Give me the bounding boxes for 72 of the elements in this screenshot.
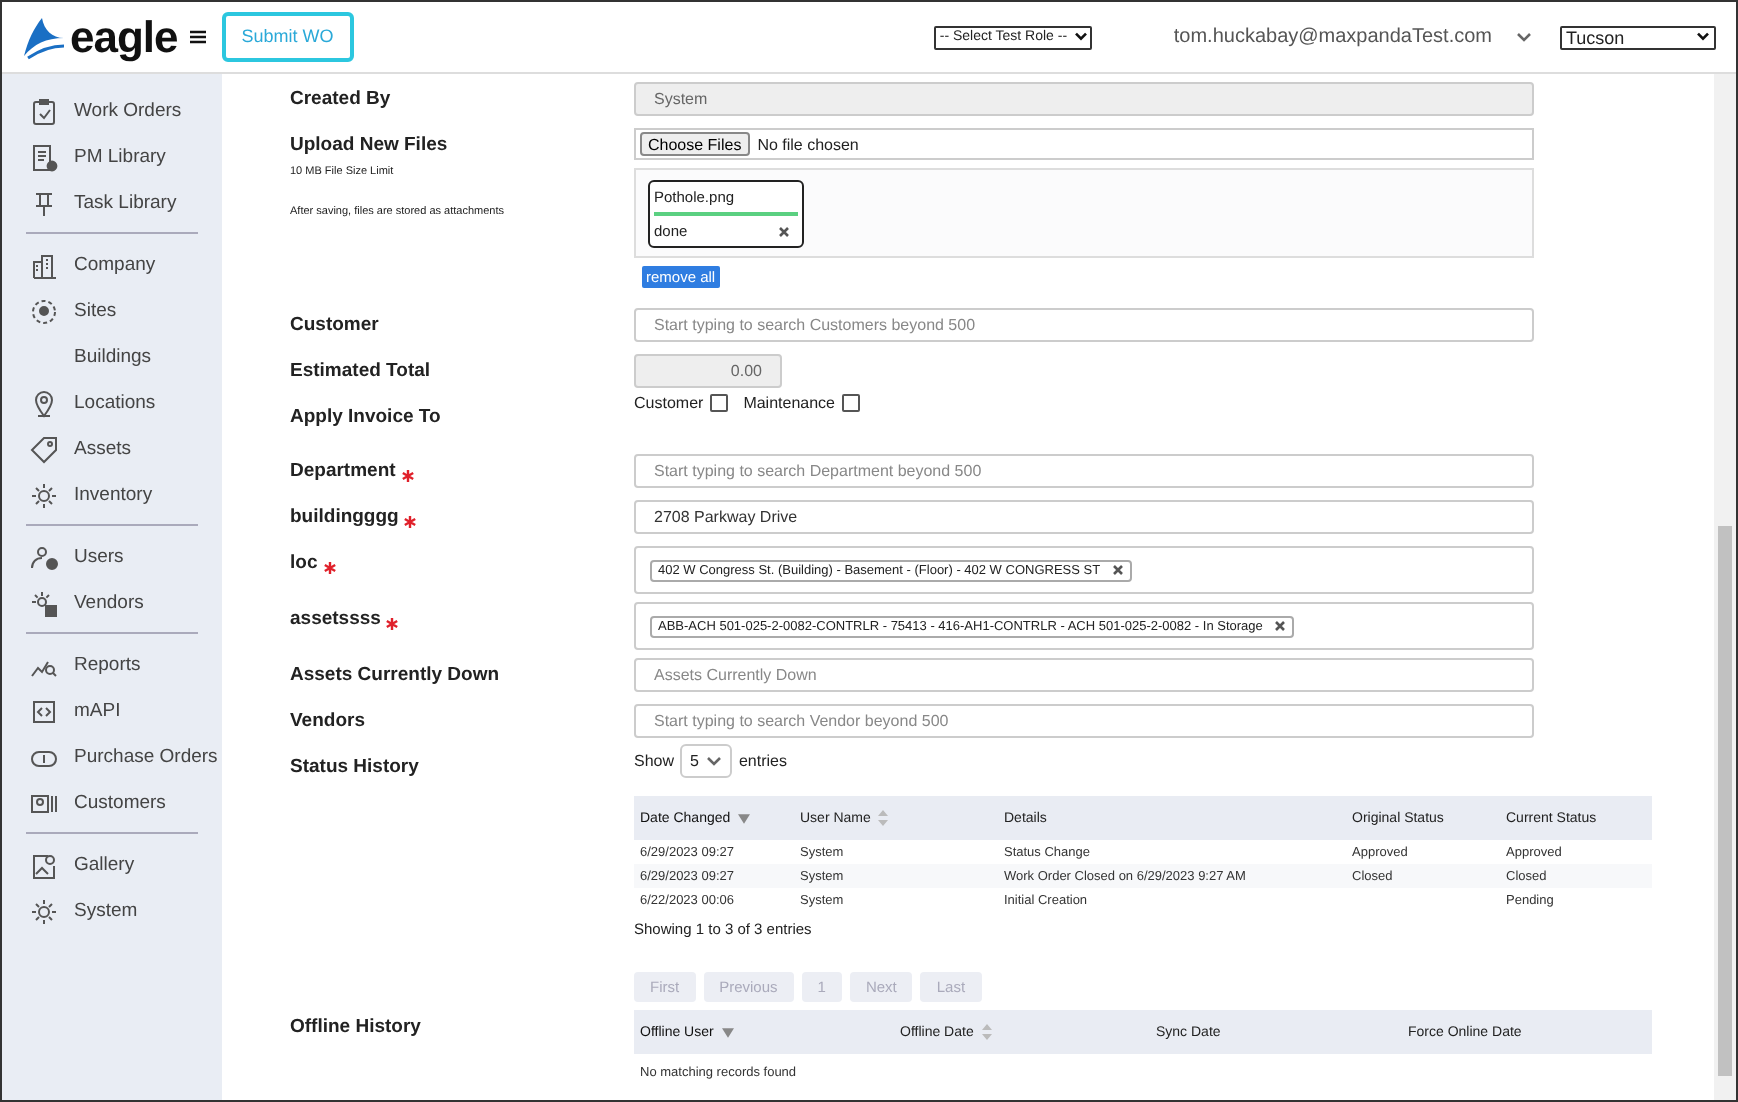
chevron-down-icon[interactable] xyxy=(1696,32,1710,42)
nav-item[interactable]: Company xyxy=(74,254,156,276)
sort-icon[interactable] xyxy=(738,813,751,823)
file-input[interactable]: Choose Files No file chosen xyxy=(634,128,1534,160)
buildings-icon[interactable] xyxy=(30,251,58,279)
nav-item[interactable]: PM Library xyxy=(74,146,166,168)
amount-field: 0.00 xyxy=(634,354,782,388)
nav-item[interactable]: Vendors xyxy=(74,592,144,614)
field-label: Estimated Total xyxy=(290,360,431,382)
nav-item[interactable]: Users xyxy=(74,546,124,568)
nav-item[interactable]: Customers xyxy=(74,792,166,814)
scrollbar-thumb[interactable] xyxy=(1718,526,1732,1076)
tag-icon[interactable] xyxy=(30,435,58,463)
site-select[interactable]: Tucson xyxy=(1560,25,1716,49)
show-label: Show xyxy=(634,752,675,770)
field-label: Department xyxy=(290,460,396,482)
field-label: Created By xyxy=(290,88,391,110)
user-email[interactable]: tom.huckabay@maxpandaTest.com xyxy=(1173,26,1492,48)
logo-text: eagle xyxy=(70,15,178,59)
file-status: No file chosen xyxy=(757,135,859,153)
field-label: Vendors xyxy=(290,710,365,732)
entries-label: entries xyxy=(738,752,787,770)
text-field[interactable]: Start typing to search Vendor beyond 500 xyxy=(634,704,1534,738)
nav-item[interactable]: Sites xyxy=(74,300,117,322)
field-label: buildingggg xyxy=(290,506,399,528)
text-field[interactable]: Assets Currently Down xyxy=(634,658,1534,692)
field-label: loc xyxy=(290,552,318,574)
nav-item[interactable]: Purchase Orders xyxy=(74,746,218,768)
field-label: Assets Currently Down xyxy=(290,664,500,686)
id-card-icon[interactable] xyxy=(30,789,58,817)
checkbox[interactable] xyxy=(841,394,859,412)
clipboard-check-icon[interactable] xyxy=(30,97,58,125)
nav-item[interactable]: mAPI xyxy=(74,700,121,722)
nav-item[interactable]: Reports xyxy=(74,654,141,676)
field-label: Customer xyxy=(290,314,379,336)
text-field[interactable]: Start typing to search Customers beyond 500 xyxy=(634,308,1534,342)
chevron-down-icon xyxy=(706,755,723,767)
text-field[interactable]: 2708 Parkway Drive xyxy=(634,500,1534,534)
sort-icon[interactable] xyxy=(721,1027,734,1037)
checkbox-label: Customer xyxy=(634,394,704,412)
chevron-down-icon xyxy=(1516,31,1532,43)
field-label: Upload New Files xyxy=(290,134,448,156)
nav-item[interactable]: Buildings xyxy=(74,346,152,368)
document-icon[interactable] xyxy=(30,143,58,171)
field-label: Apply Invoice To xyxy=(290,406,441,428)
checkbox[interactable] xyxy=(709,394,728,412)
field-label: Status History xyxy=(290,756,419,778)
menu-icon[interactable] xyxy=(189,30,206,44)
remove-icon[interactable] xyxy=(1112,564,1125,576)
choose-files-button[interactable]: Choose Files xyxy=(640,132,750,156)
nav-item[interactable]: Inventory xyxy=(74,484,153,506)
target-icon[interactable] xyxy=(30,297,58,325)
nav-item[interactable]: Gallery xyxy=(74,854,135,876)
nav-item[interactable]: Assets xyxy=(74,438,132,460)
sail-logo-icon xyxy=(22,15,66,59)
nav-item[interactable]: System xyxy=(74,900,138,922)
nav-item[interactable]: Task Library xyxy=(74,192,177,214)
remove-icon[interactable] xyxy=(778,225,790,237)
nav-item[interactable]: Work Orders xyxy=(74,100,182,122)
pushpin-icon[interactable] xyxy=(30,189,58,217)
nav-item[interactable]: Locations xyxy=(74,392,156,414)
text-field[interactable]: Start typing to search Department beyond 500 xyxy=(634,454,1534,488)
map-pin-icon[interactable] xyxy=(30,389,58,417)
user-icon[interactable] xyxy=(30,543,58,571)
field-label: Offline History xyxy=(290,1016,421,1038)
field-label: assetssss xyxy=(290,608,381,630)
chevron-down-icon[interactable] xyxy=(1073,32,1088,42)
entries-select[interactable]: 5 xyxy=(680,744,733,778)
code-icon[interactable] xyxy=(30,697,58,725)
checkbox-label: Maintenance xyxy=(743,394,835,412)
remove-icon[interactable] xyxy=(1274,620,1287,632)
image-icon[interactable] xyxy=(30,851,58,879)
